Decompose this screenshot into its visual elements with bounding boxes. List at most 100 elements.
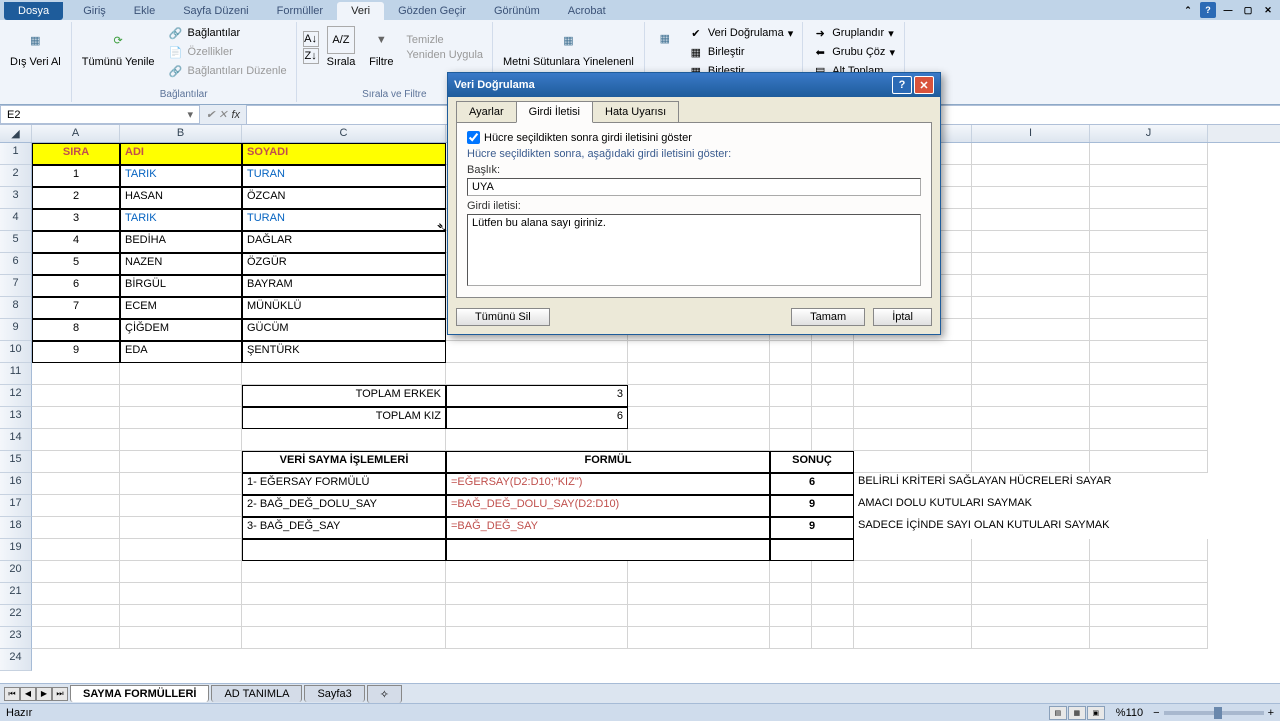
row-header[interactable]: 21 [0,583,32,605]
cell[interactable] [972,561,1090,583]
column-header[interactable]: B [120,125,242,142]
cell[interactable] [812,583,854,605]
sort-asc-icon[interactable]: A↓ [303,31,319,47]
cell[interactable] [972,187,1090,209]
cell[interactable] [1090,451,1208,473]
cell[interactable] [242,561,446,583]
cell[interactable]: 3- BAĞ_DEĞ_SAY [242,517,446,539]
ungroup-button[interactable]: ⬅Grubu Çöz ▾ [809,43,898,61]
cell[interactable] [120,451,242,473]
row-header[interactable]: 15 [0,451,32,473]
cell[interactable]: TOPLAM KIZ [242,407,446,429]
cell[interactable]: TURAN [242,209,446,231]
cell[interactable] [32,517,120,539]
sheet-tab-3[interactable]: Sayfa3 [304,685,364,702]
cell[interactable]: BİRGÜL [120,275,242,297]
cell[interactable]: TURAN [242,165,446,187]
cell[interactable] [972,143,1090,165]
cell[interactable] [770,561,812,583]
ok-button[interactable]: Tamam [791,308,865,326]
cell[interactable] [32,605,120,627]
cell[interactable] [120,583,242,605]
cell[interactable]: EDA [120,341,242,363]
cell[interactable] [812,341,854,363]
cell[interactable] [120,495,242,517]
cell[interactable]: 2 [32,187,120,209]
cell[interactable] [1090,253,1208,275]
maximize-icon[interactable]: ▢ [1240,2,1256,18]
cell[interactable] [628,341,770,363]
row-header[interactable]: 9 [0,319,32,341]
cell[interactable] [1090,627,1208,649]
column-header[interactable]: A [32,125,120,142]
cell[interactable] [972,583,1090,605]
sheet-nav-prev[interactable]: ◀ [20,687,36,701]
cell[interactable]: BEDİHA [120,231,242,253]
cell[interactable] [972,385,1090,407]
cell[interactable] [972,451,1090,473]
cell[interactable]: SOYADI [242,143,446,165]
clear-filter-button[interactable]: Temizle [403,33,446,47]
cell[interactable] [242,605,446,627]
sheet-nav-next[interactable]: ▶ [36,687,52,701]
cell[interactable] [1090,561,1208,583]
row-header[interactable]: 22 [0,605,32,627]
cell[interactable] [120,517,242,539]
column-header[interactable]: C [242,125,446,142]
cell[interactable] [854,539,972,561]
cell[interactable]: 3 [446,385,628,407]
cell[interactable] [32,429,120,451]
cell[interactable] [770,627,812,649]
cell[interactable] [812,429,854,451]
cell[interactable] [854,385,972,407]
new-sheet-button[interactable]: ✧ [367,685,402,703]
cell[interactable] [1090,385,1208,407]
cell[interactable]: HASAN [120,187,242,209]
cell[interactable] [446,341,628,363]
cell[interactable]: BELİRLİ KRİTERİ SAĞLAYAN HÜCRELERİ SAYAR [854,473,1254,495]
row-header[interactable]: 11 [0,363,32,385]
cell[interactable] [242,363,446,385]
cell[interactable] [854,583,972,605]
cell[interactable] [1090,297,1208,319]
cell[interactable] [120,363,242,385]
clear-all-button[interactable]: Tümünü Sil [456,308,550,326]
cell[interactable] [1090,407,1208,429]
tab-formulas[interactable]: Formüller [263,2,337,20]
cell[interactable]: TOPLAM ERKEK [242,385,446,407]
cell[interactable] [1090,209,1208,231]
cell[interactable] [972,319,1090,341]
cell[interactable] [854,363,972,385]
cell[interactable]: NAZEN [120,253,242,275]
cell[interactable] [972,429,1090,451]
cell[interactable] [628,363,770,385]
show-input-message-checkbox[interactable] [467,131,480,144]
row-header[interactable]: 7 [0,275,32,297]
tab-insert[interactable]: Ekle [120,2,169,20]
cell[interactable]: DAĞLAR [242,231,446,253]
cell[interactable] [120,561,242,583]
cell[interactable] [972,275,1090,297]
cell[interactable] [120,605,242,627]
cell[interactable] [120,627,242,649]
tab-home[interactable]: Giriş [69,2,120,20]
cell[interactable] [242,429,446,451]
row-header[interactable]: 1 [0,143,32,165]
cell[interactable] [32,363,120,385]
cell[interactable] [1090,363,1208,385]
data-validation-button[interactable]: ✔Veri Doğrulama ▾ [685,24,796,42]
view-buttons[interactable]: ▤▦▣ [1049,706,1106,720]
close-icon[interactable]: ✕ [1260,2,1276,18]
cell[interactable]: 9 [770,517,854,539]
cell[interactable] [770,605,812,627]
cell[interactable] [972,231,1090,253]
cell[interactable] [972,407,1090,429]
cell[interactable] [1090,429,1208,451]
minimize-icon[interactable]: — [1220,2,1236,18]
cell[interactable]: VERİ SAYMA İŞLEMLERİ [242,451,446,473]
cell[interactable] [1090,165,1208,187]
cell[interactable]: SIRA [32,143,120,165]
row-header[interactable]: 18 [0,517,32,539]
minimize-ribbon-icon[interactable]: ⌃ [1180,2,1196,18]
filter-button[interactable]: ▼Filtre [363,24,399,70]
